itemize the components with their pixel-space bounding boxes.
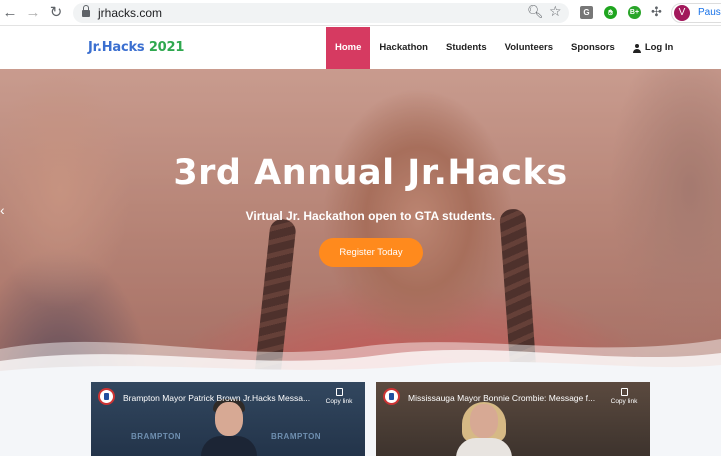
- back-button[interactable]: ←: [1, 4, 19, 22]
- browser-toolbar: ← → ↻ jrhacks.com 🔍︎ ☆ G ✋︎ B+ ✣ V Pause…: [0, 0, 721, 26]
- bookmark-star-icon[interactable]: ☆: [549, 3, 562, 20]
- video-embed-mississauga[interactable]: Mississauga Mayor Bonnie Crombie: Messag…: [376, 382, 650, 456]
- lock-icon: [82, 5, 90, 17]
- hero-title: 3rd Annual Jr.Hacks: [173, 153, 568, 193]
- user-icon: [632, 43, 641, 53]
- avatar: V: [674, 5, 690, 21]
- video-embed-brampton[interactable]: BRAMPTON BRAMPTON Brampton Mayor Patrick…: [91, 382, 365, 456]
- profile-status: Paused: [698, 7, 721, 18]
- extensions-puzzle-icon[interactable]: ✣: [651, 4, 662, 20]
- register-button[interactable]: Register Today: [319, 238, 423, 267]
- video-thumbnail: [456, 402, 512, 456]
- backdrop-text: BRAMPTON: [271, 432, 322, 441]
- hero-banner: ‹ 3rd Annual Jr.Hacks Virtual Jr. Hackat…: [0, 69, 721, 377]
- video-thumbnail: [201, 399, 257, 456]
- nav-students[interactable]: Students: [437, 27, 496, 69]
- logo-text: Jr.Hacks: [88, 40, 145, 55]
- nav-login[interactable]: Log In: [624, 27, 683, 69]
- address-bar[interactable]: jrhacks.com 🔍︎ ☆: [73, 3, 569, 23]
- nav-hackathon[interactable]: Hackathon: [370, 27, 437, 69]
- channel-logo-icon: [383, 388, 400, 405]
- copy-link-label: Copy link: [325, 398, 353, 405]
- hero-wave-divider: [0, 339, 721, 377]
- arrow-right-icon: →: [25, 4, 41, 21]
- search-icon[interactable]: 🔍︎: [527, 4, 544, 20]
- grammarly-extension-icon[interactable]: G: [580, 6, 593, 19]
- main-menu: Home Hackathon Students Volunteers Spons…: [326, 27, 682, 69]
- reload-icon: ↻: [49, 4, 63, 21]
- nav-sponsors[interactable]: Sponsors: [562, 27, 624, 69]
- logo-year: 2021: [148, 40, 185, 55]
- backdrop-text: BRAMPTON: [131, 432, 182, 441]
- video-title[interactable]: Mississauga Mayor Bonnie Crombie: Messag…: [408, 393, 608, 403]
- hand-extension-icon[interactable]: ✋︎: [604, 6, 617, 19]
- url-text: jrhacks.com: [98, 6, 163, 20]
- videos-section: BRAMPTON BRAMPTON Brampton Mayor Patrick…: [0, 377, 721, 456]
- profile-button[interactable]: V Paused: [671, 3, 721, 23]
- arrow-left-icon: ←: [2, 4, 18, 21]
- hero-subtitle: Virtual Jr. Hackathon open to GTA studen…: [245, 209, 496, 223]
- nav-volunteers[interactable]: Volunteers: [496, 27, 562, 69]
- copy-icon: [335, 388, 343, 396]
- copy-link-button[interactable]: Copy link: [608, 388, 640, 405]
- copy-link-button[interactable]: Copy link: [323, 388, 355, 405]
- nav-home[interactable]: Home: [326, 27, 371, 69]
- copy-icon: [620, 388, 628, 396]
- video-title[interactable]: Brampton Mayor Patrick Brown Jr.Hacks Me…: [123, 393, 323, 403]
- login-label: Log In: [644, 42, 674, 53]
- site-navbar: Jr.Hacks 2021 Home Hackathon Students Vo…: [0, 27, 721, 69]
- bplus-extension-icon[interactable]: B+: [628, 6, 641, 19]
- reload-button[interactable]: ↻: [47, 4, 65, 22]
- forward-button[interactable]: →: [24, 4, 42, 22]
- copy-link-label: Copy link: [610, 398, 638, 405]
- site-logo[interactable]: Jr.Hacks 2021: [88, 40, 184, 55]
- channel-logo-icon: [98, 388, 115, 405]
